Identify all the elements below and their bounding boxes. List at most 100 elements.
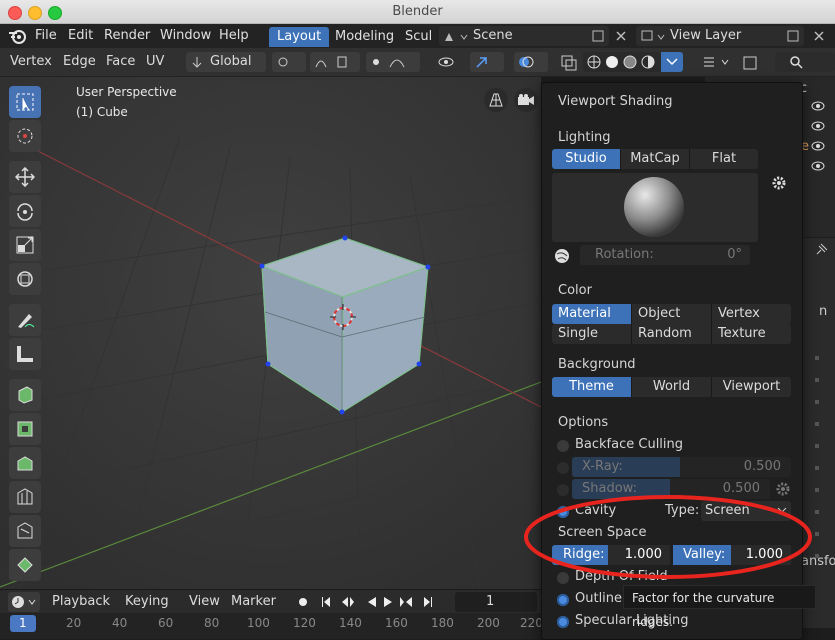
shadow-settings-gear-icon[interactable] (775, 481, 791, 497)
camera-view-button[interactable] (514, 88, 538, 112)
loop-cut-tool[interactable] (9, 515, 41, 547)
view-layer-selector[interactable]: View Layer (636, 26, 804, 46)
depth-of-field-checkbox[interactable] (557, 572, 569, 584)
menu-face[interactable]: Face (106, 54, 135, 69)
window-titlebar: Blender (0, 0, 835, 24)
transform-orientation-dropdown[interactable]: Global (186, 52, 266, 72)
specular-lighting-checkbox[interactable] (557, 616, 569, 628)
record-icon[interactable] (297, 596, 309, 608)
xray-checkbox[interactable] (557, 462, 569, 474)
pivot-point-dropdown[interactable] (272, 52, 306, 72)
annotate-tool[interactable] (9, 304, 41, 336)
visibility-dropdown[interactable] (436, 52, 464, 72)
menu-edge[interactable]: Edge (63, 54, 96, 69)
xray-alpha-slider[interactable]: X-Ray: 0.500 (572, 457, 791, 477)
add-cube-tool[interactable] (9, 379, 41, 411)
outliner-search-input[interactable] (775, 52, 835, 72)
inset-tool[interactable] (9, 447, 41, 479)
menu-edit[interactable]: Edit (68, 28, 93, 43)
eye-icon[interactable] (809, 99, 827, 179)
playhead[interactable]: 1 (10, 615, 36, 632)
xray-toggle-icon[interactable] (561, 55, 577, 71)
timeline-view-menu[interactable]: View (189, 594, 220, 609)
editor-type-dropdown[interactable] (700, 52, 736, 72)
rotate-tool[interactable] (9, 195, 41, 227)
poly-build-tool[interactable] (9, 549, 41, 581)
menu-help[interactable]: Help (219, 28, 249, 43)
background-option-world[interactable]: World (632, 377, 712, 397)
cursor-tool[interactable] (9, 120, 41, 152)
preferences-gear-icon[interactable] (771, 175, 787, 191)
timeline-keying-menu[interactable]: Keying (125, 594, 169, 609)
remove-scene-icon[interactable] (614, 29, 628, 43)
color-option-single[interactable]: Single (552, 324, 632, 344)
valley-field[interactable]: Valley: 1.000 (673, 545, 791, 565)
cavity-checkbox[interactable] (557, 506, 569, 518)
color-option-vertex[interactable]: Vertex (712, 304, 791, 324)
shading-popover-button[interactable] (661, 52, 683, 72)
material-shading-icon[interactable] (623, 55, 637, 69)
shadow-slider[interactable]: Shadow: 0.500 (572, 479, 770, 499)
overlays-dropdown[interactable] (514, 52, 548, 72)
outline-checkbox[interactable] (557, 594, 569, 606)
background-option-theme[interactable]: Theme (552, 377, 632, 397)
world-space-lighting-icon[interactable] (554, 248, 570, 264)
timeline-editor-type[interactable] (8, 592, 40, 612)
rendered-shading-icon[interactable] (641, 55, 655, 69)
remove-view-layer-icon[interactable] (812, 29, 826, 43)
ridge-field[interactable]: Ridge: 1.000 (552, 545, 670, 565)
move-tool[interactable] (9, 161, 41, 193)
color-option-object[interactable]: Object (632, 304, 712, 324)
current-frame-field[interactable]: 1 (455, 592, 537, 612)
scene-selector[interactable]: Scene (439, 26, 609, 46)
select-box-tool[interactable] (9, 86, 41, 118)
timeline-ruler[interactable]: 1 20 40 60 80 100 120 140 160 180 200 22… (0, 613, 543, 639)
tab-sculpting[interactable]: Scul (397, 27, 436, 47)
rotation-slider[interactable]: Rotation: 0° (580, 245, 750, 265)
proportional-edit-dropdown[interactable] (366, 52, 420, 72)
menu-uv[interactable]: UV (146, 54, 164, 69)
background-option-viewport[interactable]: Viewport (712, 377, 791, 397)
timeline-marker-menu[interactable]: Marker (231, 594, 276, 609)
menu-window[interactable]: Window (160, 28, 211, 43)
object-name: (1) Cube (76, 105, 128, 119)
studio-light-preview[interactable] (552, 173, 758, 242)
color-option-texture[interactable]: Texture (712, 324, 791, 344)
lighting-option-matcap[interactable]: MatCap (621, 149, 690, 169)
loop-cut-icon (17, 522, 33, 539)
pivot-icon (278, 57, 288, 67)
wireframe-shading-icon[interactable] (587, 55, 601, 69)
color-option-material[interactable]: Material (552, 304, 632, 324)
color-option-random[interactable]: Random (632, 324, 712, 344)
measure-tool[interactable] (9, 338, 41, 370)
lighting-option-studio[interactable]: Studio (552, 149, 621, 169)
blender-logo-icon[interactable] (7, 27, 27, 45)
ruler-tick: 160 (385, 616, 408, 630)
menu-vertex[interactable]: Vertex (10, 54, 52, 69)
lighting-option-flat[interactable]: Flat (690, 149, 758, 169)
extrude-tool[interactable] (9, 413, 41, 445)
menu-render[interactable]: Render (104, 28, 150, 43)
display-mode-icon[interactable] (742, 55, 758, 71)
backface-culling-checkbox[interactable] (557, 440, 569, 452)
playback-controls[interactable] (320, 595, 438, 609)
3d-viewport[interactable]: User Perspective (1) Cube (0, 77, 541, 589)
tab-layout[interactable]: Layout (269, 27, 330, 47)
transform-tool[interactable] (9, 263, 41, 295)
new-scene-icon[interactable] (591, 29, 605, 43)
gizmo-dropdown[interactable] (470, 52, 504, 72)
new-view-layer-icon[interactable] (786, 29, 800, 43)
bevel-tool[interactable] (9, 481, 41, 513)
toggle-camera-view-button[interactable] (484, 88, 508, 112)
pin-icon[interactable] (813, 242, 829, 258)
ruler-tick: 40 (112, 616, 128, 630)
solid-shading-icon[interactable] (605, 55, 619, 69)
shadow-checkbox[interactable] (557, 484, 569, 496)
tab-modeling[interactable]: Modeling (327, 27, 402, 47)
timeline-playback-menu[interactable]: Playback (52, 594, 110, 609)
scene-icon (445, 33, 468, 41)
snap-dropdown[interactable] (310, 52, 360, 72)
menu-file[interactable]: File (35, 28, 57, 43)
scale-tool[interactable] (9, 229, 41, 261)
cavity-type-dropdown[interactable]: Screen (701, 501, 791, 521)
